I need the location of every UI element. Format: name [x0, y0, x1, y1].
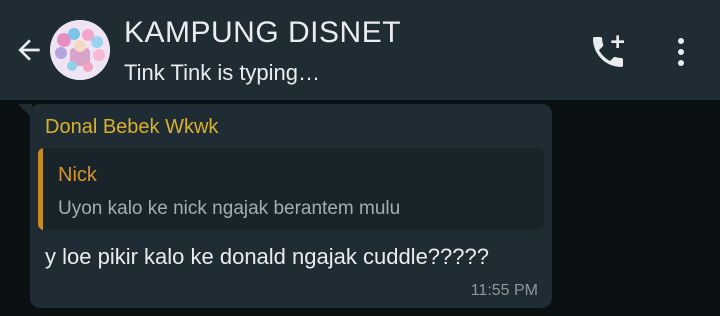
typing-status: Tink Tink is typing… [124, 60, 321, 85]
more-vert-icon [678, 38, 684, 66]
quoted-author: Nick [58, 164, 97, 186]
quoted-text: Uyon kalo ke nick ngajak berantem mulu [58, 198, 401, 219]
chat-screen: KAMPUNG DISNET Tink Tink is typing… Dona… [0, 0, 720, 316]
add-call-button[interactable] [586, 30, 630, 74]
message-list[interactable]: Donal Bebek Wkwk Nick Uyon kalo ke nick … [0, 100, 720, 316]
message-sender[interactable]: Donal Bebek Wkwk [45, 116, 218, 139]
back-button[interactable] [10, 30, 48, 70]
arrow-back-icon [18, 39, 40, 61]
more-options-button[interactable] [664, 32, 698, 72]
chat-header: KAMPUNG DISNET Tink Tink is typing… [0, 0, 720, 100]
add-call-icon [593, 35, 624, 67]
message-bubble[interactable]: Donal Bebek Wkwk Nick Uyon kalo ke nick … [30, 104, 552, 308]
avatar-image [50, 20, 110, 80]
message-text: y loe pikir kalo ke donald ngajak cuddle… [45, 244, 489, 269]
message-timestamp: 11:55 PM [470, 282, 538, 299]
chat-title[interactable]: KAMPUNG DISNET [124, 16, 401, 50]
quoted-message[interactable]: Nick Uyon kalo ke nick ngajak berantem m… [38, 148, 544, 230]
group-avatar[interactable] [50, 20, 110, 80]
quote-accent-bar [38, 148, 43, 230]
